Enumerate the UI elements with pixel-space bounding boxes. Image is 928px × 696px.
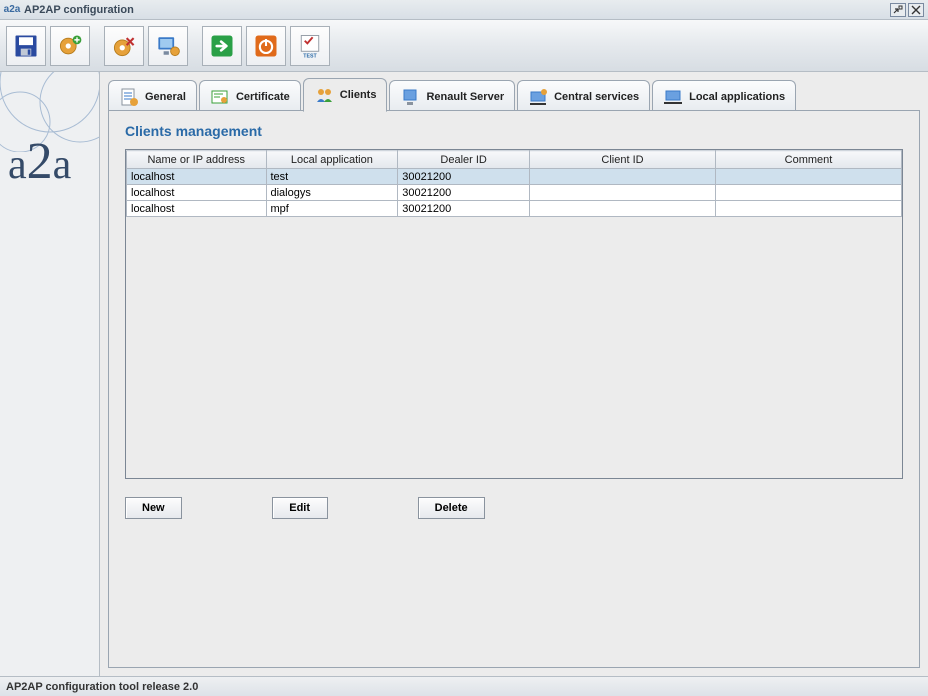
col-client[interactable]: Client ID (530, 151, 716, 169)
save-icon (12, 32, 40, 60)
toolbar-save-button[interactable] (6, 26, 46, 66)
close-icon (911, 5, 921, 15)
screen-icon (154, 32, 182, 60)
doc-icon (119, 87, 139, 107)
window-title: AP2AP configuration (24, 4, 890, 16)
tab-label: Local applications (689, 91, 785, 103)
toolbar-add-button[interactable] (50, 26, 90, 66)
arrow-right-icon (208, 32, 236, 60)
tab-label: Clients (340, 89, 377, 101)
table-row[interactable]: localhosttest30021200 (127, 169, 902, 185)
tabstrip: General Certificate Clients (108, 76, 920, 112)
col-dealer[interactable]: Dealer ID (398, 151, 530, 169)
svg-text:TEST: TEST (303, 53, 317, 59)
people-icon (314, 85, 334, 105)
table-row[interactable]: localhostdialogys30021200 (127, 185, 902, 201)
gear-add-icon (56, 32, 84, 60)
tab-general[interactable]: General (108, 80, 197, 112)
tab-panel-clients: Clients management Name or IP address Lo… (108, 110, 920, 668)
cell-comment (716, 185, 902, 201)
sidebar-logo: a2a (8, 132, 71, 191)
toolbar: TEST (0, 20, 928, 72)
sidebar: a2a (0, 72, 100, 676)
cell-name: localhost (127, 169, 267, 185)
cell-dealer: 30021200 (398, 169, 530, 185)
edit-button[interactable]: Edit (272, 497, 328, 519)
statusbar: AP2AP configuration tool release 2.0 (0, 676, 928, 696)
clients-table-container[interactable]: Name or IP address Local application Dea… (125, 149, 903, 479)
tab-renault[interactable]: Renault Server (389, 80, 515, 112)
tab-label: General (145, 91, 186, 103)
panel-title: Clients management (125, 123, 903, 139)
action-row: New Edit Delete (125, 497, 903, 519)
tab-clients[interactable]: Clients (303, 78, 388, 112)
col-name[interactable]: Name or IP address (127, 151, 267, 169)
cell-dealer: 30021200 (398, 185, 530, 201)
delete-button[interactable]: Delete (418, 497, 485, 519)
tab-certificate[interactable]: Certificate (199, 80, 301, 112)
col-comment[interactable]: Comment (716, 151, 902, 169)
cell-comment (716, 169, 902, 185)
new-button[interactable]: New (125, 497, 182, 519)
cell-dealer: 30021200 (398, 201, 530, 217)
cell-name: localhost (127, 185, 267, 201)
tab-label: Renault Server (426, 91, 504, 103)
table-header-row: Name or IP address Local application Dea… (127, 151, 902, 169)
toolbar-stop-button[interactable] (246, 26, 286, 66)
cell-client (530, 185, 716, 201)
close-button[interactable] (908, 3, 924, 17)
restore-icon (893, 5, 903, 15)
toolbar-manage-button[interactable] (148, 26, 188, 66)
tab-label: Central services (554, 91, 639, 103)
cell-name: localhost (127, 201, 267, 217)
tab-label: Certificate (236, 91, 290, 103)
cell-client (530, 169, 716, 185)
laptop-icon (663, 87, 683, 107)
power-icon (252, 32, 280, 60)
tab-local[interactable]: Local applications (652, 80, 796, 112)
tab-central[interactable]: Central services (517, 80, 650, 112)
cell-app: mpf (266, 201, 398, 217)
cert-icon (210, 87, 230, 107)
restore-button[interactable] (890, 3, 906, 17)
col-app[interactable]: Local application (266, 151, 398, 169)
server-icon (400, 87, 420, 107)
toolbar-remove-button[interactable] (104, 26, 144, 66)
gear-remove-icon (110, 32, 138, 60)
test-icon: TEST (296, 32, 324, 60)
cell-app: dialogys (266, 185, 398, 201)
cell-client (530, 201, 716, 217)
toolbar-test-button[interactable]: TEST (290, 26, 330, 66)
table-row[interactable]: localhostmpf30021200 (127, 201, 902, 217)
cell-comment (716, 201, 902, 217)
central-icon (528, 87, 548, 107)
app-logo-icon: a2a (4, 2, 20, 18)
titlebar: a2a AP2AP configuration (0, 0, 928, 20)
toolbar-apply-button[interactable] (202, 26, 242, 66)
status-text: AP2AP configuration tool release 2.0 (6, 681, 198, 693)
cell-app: test (266, 169, 398, 185)
clients-table: Name or IP address Local application Dea… (126, 150, 902, 217)
